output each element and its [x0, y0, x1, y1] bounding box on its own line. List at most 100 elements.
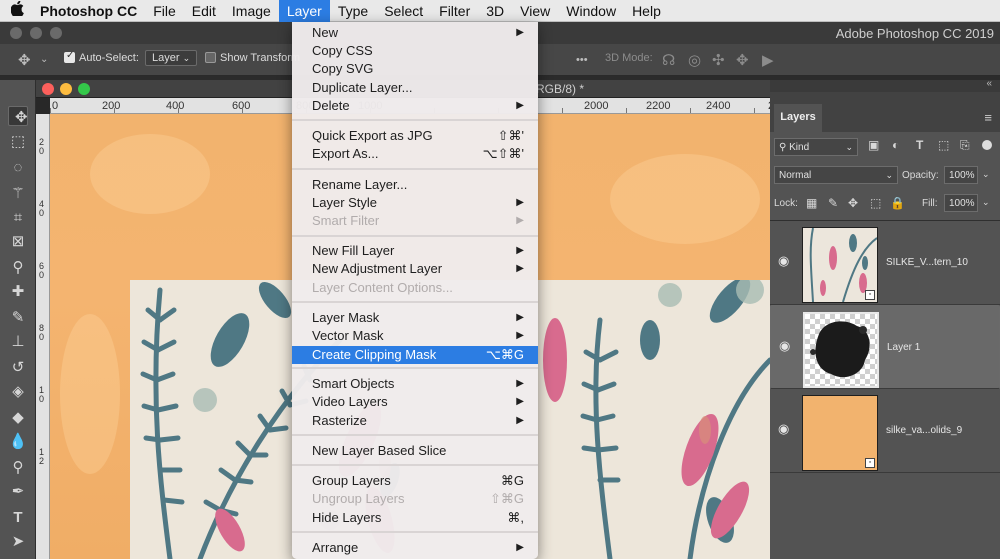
visibility-eye-icon[interactable]: ◉	[779, 338, 790, 354]
layer-row-selected[interactable]: ◉ Layer 1	[770, 305, 1000, 389]
3d-camera-icon[interactable]: ▶	[762, 51, 774, 69]
apple-icon[interactable]	[0, 0, 34, 20]
menu-3d[interactable]: 3D	[478, 0, 512, 22]
lock-pixels-icon[interactable]: ✎	[828, 196, 838, 210]
filter-pixel-icon[interactable]: ▣	[868, 138, 879, 152]
chevron-down-icon[interactable]: ⌄	[982, 197, 990, 208]
more-options-icon[interactable]: •••	[576, 54, 588, 66]
zoom-document-button[interactable]	[78, 83, 90, 95]
layer-row[interactable]: ◉ ▫ silke_va...olids_9	[770, 389, 1000, 473]
eraser-tool-icon[interactable]: ◈	[8, 382, 28, 402]
filter-shape-icon[interactable]: ⬚	[938, 138, 949, 152]
menu-item-new[interactable]: New ▶	[292, 24, 538, 42]
move-tool-icon[interactable]: ✥	[8, 106, 28, 126]
menu-item-duplicate-layer[interactable]: Duplicate Layer...	[292, 79, 538, 97]
menu-file[interactable]: File	[145, 0, 184, 22]
visibility-eye-icon[interactable]: ◉	[778, 421, 789, 437]
zoom-window-button[interactable]	[50, 27, 62, 39]
close-window-button[interactable]	[10, 27, 22, 39]
tab-layers[interactable]: Layers	[774, 104, 822, 132]
menu-item-rename-layer[interactable]: Rename Layer...	[292, 176, 538, 194]
filter-kind-select[interactable]: ⚲ Kind ⌄	[774, 138, 858, 156]
blend-mode-select[interactable]: Normal ⌄	[774, 166, 898, 184]
menu-app-name[interactable]: Photoshop CC	[34, 0, 145, 22]
menu-item-delete[interactable]: Delete ▶	[292, 97, 538, 115]
brush-tool-icon[interactable]: ✎	[8, 308, 28, 328]
history-brush-tool-icon[interactable]: ↺	[8, 358, 28, 378]
minimize-document-button[interactable]	[60, 83, 72, 95]
auto-select-dropdown[interactable]: Layer ⌄	[145, 50, 198, 66]
lock-position-icon[interactable]: ✥	[848, 196, 858, 210]
fill-field[interactable]: 100%	[944, 194, 978, 212]
chevron-down-icon[interactable]: ⌄	[982, 169, 990, 180]
filter-type-icon[interactable]: T	[916, 138, 923, 152]
menu-item-layer-style[interactable]: Layer Style ▶	[292, 194, 538, 212]
dodge-tool-icon[interactable]: ⚲	[8, 458, 28, 478]
menu-window[interactable]: Window	[558, 0, 624, 22]
menu-select[interactable]: Select	[376, 0, 431, 22]
3d-slide-icon[interactable]: ✥	[736, 51, 749, 69]
close-document-button[interactable]	[42, 83, 54, 95]
menu-view[interactable]: View	[512, 0, 558, 22]
menu-item-group-layers[interactable]: Group Layers ⌘G	[292, 472, 538, 490]
minimize-window-button[interactable]	[30, 27, 42, 39]
menu-item-smart-filter: Smart Filter ▶	[292, 212, 538, 230]
menu-filter[interactable]: Filter	[431, 0, 478, 22]
collapse-panel-icon[interactable]: «	[986, 78, 992, 89]
pen-tool-icon[interactable]: ✒	[8, 482, 28, 502]
chevron-down-icon[interactable]: ⌄	[40, 54, 48, 65]
lock-all-icon[interactable]: 🔒	[890, 196, 905, 210]
filter-adjustment-icon[interactable]: ◐	[892, 138, 899, 152]
3d-roll-icon[interactable]: ◎	[688, 51, 701, 69]
filter-smart-object-icon[interactable]: ⎘	[960, 138, 970, 153]
menu-help[interactable]: Help	[624, 0, 669, 22]
menu-item-hide-layers[interactable]: Hide Layers ⌘,	[292, 509, 538, 527]
menu-item-export-as[interactable]: Export As... ⌥⇧⌘'	[292, 145, 538, 163]
menu-layer[interactable]: Layer	[278, 0, 330, 22]
blur-tool-icon[interactable]: 💧	[8, 432, 28, 452]
visibility-eye-icon[interactable]: ◉	[778, 253, 789, 269]
menu-item-quick-export[interactable]: Quick Export as JPG ⇧⌘'	[292, 127, 538, 145]
crop-tool-icon[interactable]: ⌗	[8, 208, 28, 228]
menu-item-layer-mask[interactable]: Layer Mask ▶	[292, 309, 538, 327]
show-transform-toggle[interactable]: Show Transform	[205, 52, 300, 64]
menu-item-new-layer-based-slice[interactable]: New Layer Based Slice	[292, 442, 538, 460]
healing-brush-tool-icon[interactable]: ✚	[8, 282, 28, 302]
menu-type[interactable]: Type	[330, 0, 376, 22]
menu-item-label: Export As...	[312, 146, 379, 161]
eyedropper-tool-icon[interactable]: ⚲	[8, 258, 28, 278]
auto-select-checkbox[interactable]	[64, 50, 75, 63]
marquee-tool-icon[interactable]: ⬚	[8, 132, 28, 152]
menu-item-new-fill-layer[interactable]: New Fill Layer ▶	[292, 242, 538, 260]
lasso-tool-icon[interactable]: ◌	[8, 158, 28, 178]
opacity-field[interactable]: 100%	[944, 166, 978, 184]
menu-item-smart-objects[interactable]: Smart Objects ▶	[292, 375, 538, 393]
menu-image[interactable]: Image	[224, 0, 279, 22]
menu-edit[interactable]: Edit	[184, 0, 224, 22]
3d-orbit-icon[interactable]: ☊	[662, 51, 675, 69]
filter-toggle-icon[interactable]	[982, 140, 992, 150]
menu-item-vector-mask[interactable]: Vector Mask ▶	[292, 327, 538, 345]
layer-row[interactable]: ◉ ▫ SILKE_V...tern_10	[770, 221, 1000, 305]
paint-bucket-tool-icon[interactable]: ◆	[8, 408, 28, 428]
menu-item-copy-css[interactable]: Copy CSS	[292, 42, 538, 60]
frame-tool-icon[interactable]: ⊠	[8, 232, 28, 252]
show-transform-checkbox[interactable]	[205, 52, 216, 63]
vertical-ruler[interactable]: 2 0 4 0 6 0 8 0 1 0 1 2	[36, 114, 50, 559]
auto-select-toggle[interactable]: Auto-Select:	[64, 50, 139, 64]
menu-item-arrange[interactable]: Arrange ▶	[292, 539, 538, 557]
clone-stamp-tool-icon[interactable]: ⊥	[8, 332, 28, 352]
path-selection-tool-icon[interactable]: ➤	[8, 532, 28, 552]
lock-transparent-icon[interactable]: ▦	[806, 196, 817, 210]
menu-item-copy-svg[interactable]: Copy SVG	[292, 60, 538, 78]
menu-item-video-layers[interactable]: Video Layers ▶	[292, 393, 538, 411]
menu-item-create-clipping-mask[interactable]: Create Clipping Mask ⌥⌘G	[292, 346, 538, 364]
3d-pan-icon[interactable]: ✣	[712, 51, 725, 69]
menu-item-new-adjustment-layer[interactable]: New Adjustment Layer ▶	[292, 260, 538, 278]
menu-item-rasterize[interactable]: Rasterize ▶	[292, 412, 538, 430]
type-tool-icon[interactable]: T	[8, 508, 28, 528]
magic-wand-tool-icon[interactable]: ⚚	[8, 184, 28, 204]
move-tool-icon[interactable]: ✥	[18, 51, 31, 69]
lock-artboard-icon[interactable]: ⬚	[870, 196, 881, 210]
panel-menu-icon[interactable]: ≡	[984, 110, 992, 125]
